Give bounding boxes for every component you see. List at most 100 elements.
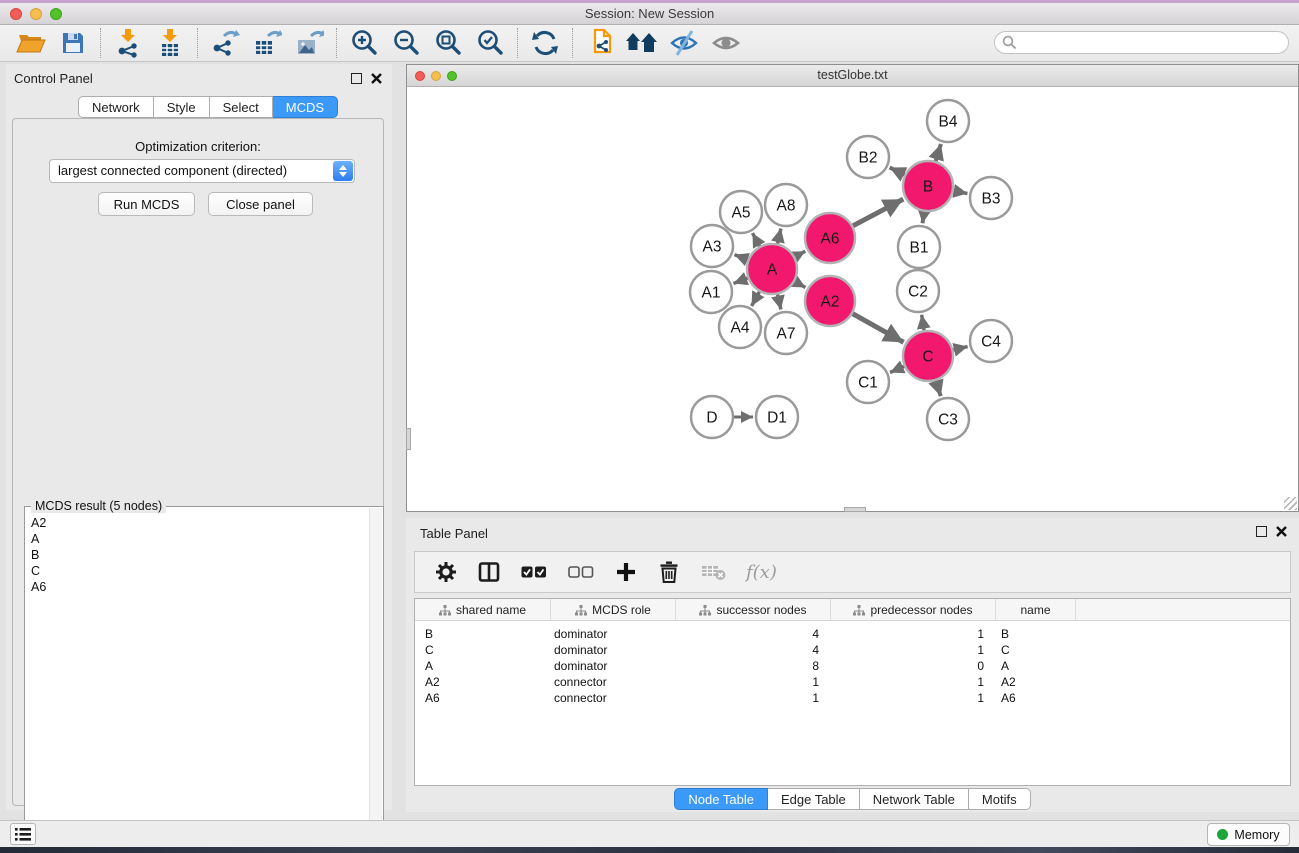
table-cell[interactable]: A2 (425, 674, 545, 690)
graph-edge-A-A4[interactable] (752, 292, 760, 306)
table-cell[interactable]: dominator (554, 642, 672, 658)
graph-edge-B-B3[interactable] (954, 191, 968, 194)
memory-button[interactable]: Memory (1207, 823, 1290, 846)
close-panel-icon[interactable] (371, 73, 382, 84)
optimization-criterion-select[interactable]: largest connected component (directed) (49, 159, 355, 183)
list-item[interactable]: A2 (31, 515, 46, 531)
table-cell[interactable]: connector (554, 674, 672, 690)
table-cell[interactable]: A (1001, 658, 1071, 674)
table-cell[interactable]: 4 (681, 642, 819, 658)
table-cell[interactable]: 1 (836, 674, 984, 690)
table-cell[interactable]: 0 (836, 658, 984, 674)
graph-edge-A2-C[interactable] (853, 314, 904, 343)
graph-edge-A6-B[interactable] (853, 199, 903, 226)
graph-edge-C-C4[interactable] (953, 347, 967, 350)
clone-network-icon[interactable] (579, 27, 621, 59)
close-window-button[interactable] (415, 71, 425, 81)
zoom-window-button[interactable] (50, 8, 62, 20)
gear-icon[interactable] (433, 559, 459, 585)
tab-network[interactable]: Network (78, 96, 154, 118)
close-panel-button[interactable]: Close panel (208, 192, 313, 216)
select-all-icon[interactable] (519, 559, 549, 585)
tab-node-table[interactable]: Node Table (674, 788, 768, 810)
delete-table-icon[interactable] (699, 559, 729, 585)
export-table-icon[interactable] (246, 27, 288, 59)
table-cell[interactable]: dominator (554, 626, 672, 642)
tab-edge-table[interactable]: Edge Table (768, 788, 860, 810)
graph-edge-C-C1[interactable] (890, 366, 904, 372)
table-cell[interactable]: dominator (554, 658, 672, 674)
graph-edge-B-B2[interactable] (890, 167, 905, 174)
zoom-window-button[interactable] (447, 71, 457, 81)
export-image-icon[interactable] (288, 27, 330, 59)
minimize-window-button[interactable] (431, 71, 441, 81)
column-header-shared-name[interactable]: shared name (415, 599, 551, 621)
table-cell[interactable]: 4 (681, 626, 819, 642)
show-all-icon[interactable] (705, 27, 747, 59)
list-item[interactable]: A (31, 531, 46, 547)
import-table-icon[interactable] (149, 27, 191, 59)
graph-edge-A-A5[interactable] (752, 233, 759, 246)
table-cell[interactable]: B (1001, 626, 1071, 642)
list-item[interactable]: C (31, 563, 46, 579)
zoom-out-icon[interactable] (385, 27, 427, 59)
save-session-icon[interactable] (52, 27, 94, 59)
graph-edge-A-A2[interactable] (795, 282, 806, 288)
table-cell[interactable]: A (425, 658, 545, 674)
task-history-button[interactable] (10, 823, 36, 845)
tab-select[interactable]: Select (210, 96, 273, 118)
zoom-fit-icon[interactable] (427, 27, 469, 59)
list-item[interactable]: A6 (31, 579, 46, 595)
column-selector-icon[interactable] (476, 559, 502, 585)
home-icon[interactable] (621, 27, 663, 59)
table-cell[interactable]: 1 (836, 642, 984, 658)
table-cell[interactable]: 1 (681, 690, 819, 706)
graph-edge-C-C3[interactable] (936, 381, 941, 396)
graph-edge-B-B4[interactable] (936, 144, 941, 161)
close-panel-icon[interactable] (1276, 526, 1287, 537)
table-cell[interactable]: C (1001, 642, 1071, 658)
table-cell[interactable]: 1 (681, 674, 819, 690)
resize-grip[interactable] (1284, 497, 1297, 510)
network-canvas[interactable]: B4B2BB3A8A5A6A3B1AC2A1A2A4A7C4CC1DD1C3 (407, 87, 1298, 511)
open-file-icon[interactable] (10, 27, 52, 59)
add-icon[interactable] (613, 559, 639, 585)
deselect-all-icon[interactable] (566, 559, 596, 585)
tab-style[interactable]: Style (154, 96, 210, 118)
column-header-successor-nodes[interactable]: successor nodes (676, 599, 831, 621)
function-builder-icon[interactable]: f(x) (746, 562, 777, 583)
table-cell[interactable]: A6 (425, 690, 545, 706)
import-network-icon[interactable] (107, 27, 149, 59)
tab-network-table[interactable]: Network Table (860, 788, 969, 810)
column-header-predecessor-nodes[interactable]: predecessor nodes (831, 599, 996, 621)
float-panel-icon[interactable] (1256, 526, 1267, 537)
table-cell[interactable]: A6 (1001, 690, 1071, 706)
zoom-selected-icon[interactable] (469, 27, 511, 59)
graph-edge-B-B1[interactable] (923, 212, 925, 224)
hide-selected-icon[interactable] (663, 27, 705, 59)
run-mcds-button[interactable]: Run MCDS (98, 192, 195, 216)
graph-edge-A-A7[interactable] (778, 294, 781, 309)
splitter-handle[interactable] (844, 507, 866, 512)
zoom-in-icon[interactable] (343, 27, 385, 59)
refresh-icon[interactable] (524, 27, 566, 59)
table-cell[interactable]: 1 (836, 626, 984, 642)
table-cell[interactable]: connector (554, 690, 672, 706)
column-header-name[interactable]: name (996, 599, 1076, 621)
column-header-MCDS-role[interactable]: MCDS role (551, 599, 676, 621)
float-panel-icon[interactable] (351, 73, 362, 84)
close-window-button[interactable] (10, 8, 22, 20)
minimize-window-button[interactable] (30, 8, 42, 20)
graph-edge-A-A6[interactable] (795, 251, 805, 257)
graph-edge-A-A8[interactable] (778, 228, 781, 243)
export-network-icon[interactable] (204, 27, 246, 59)
delete-icon[interactable] (656, 559, 682, 585)
table-cell[interactable]: 8 (681, 658, 819, 674)
tab-motifs[interactable]: Motifs (969, 788, 1031, 810)
table-cell[interactable]: B (425, 626, 545, 642)
table-cell[interactable]: A2 (1001, 674, 1071, 690)
table-cell[interactable]: 1 (836, 690, 984, 706)
list-item[interactable]: B (31, 547, 46, 563)
table-cell[interactable]: C (425, 642, 545, 658)
scrollbar-track[interactable] (369, 508, 382, 849)
